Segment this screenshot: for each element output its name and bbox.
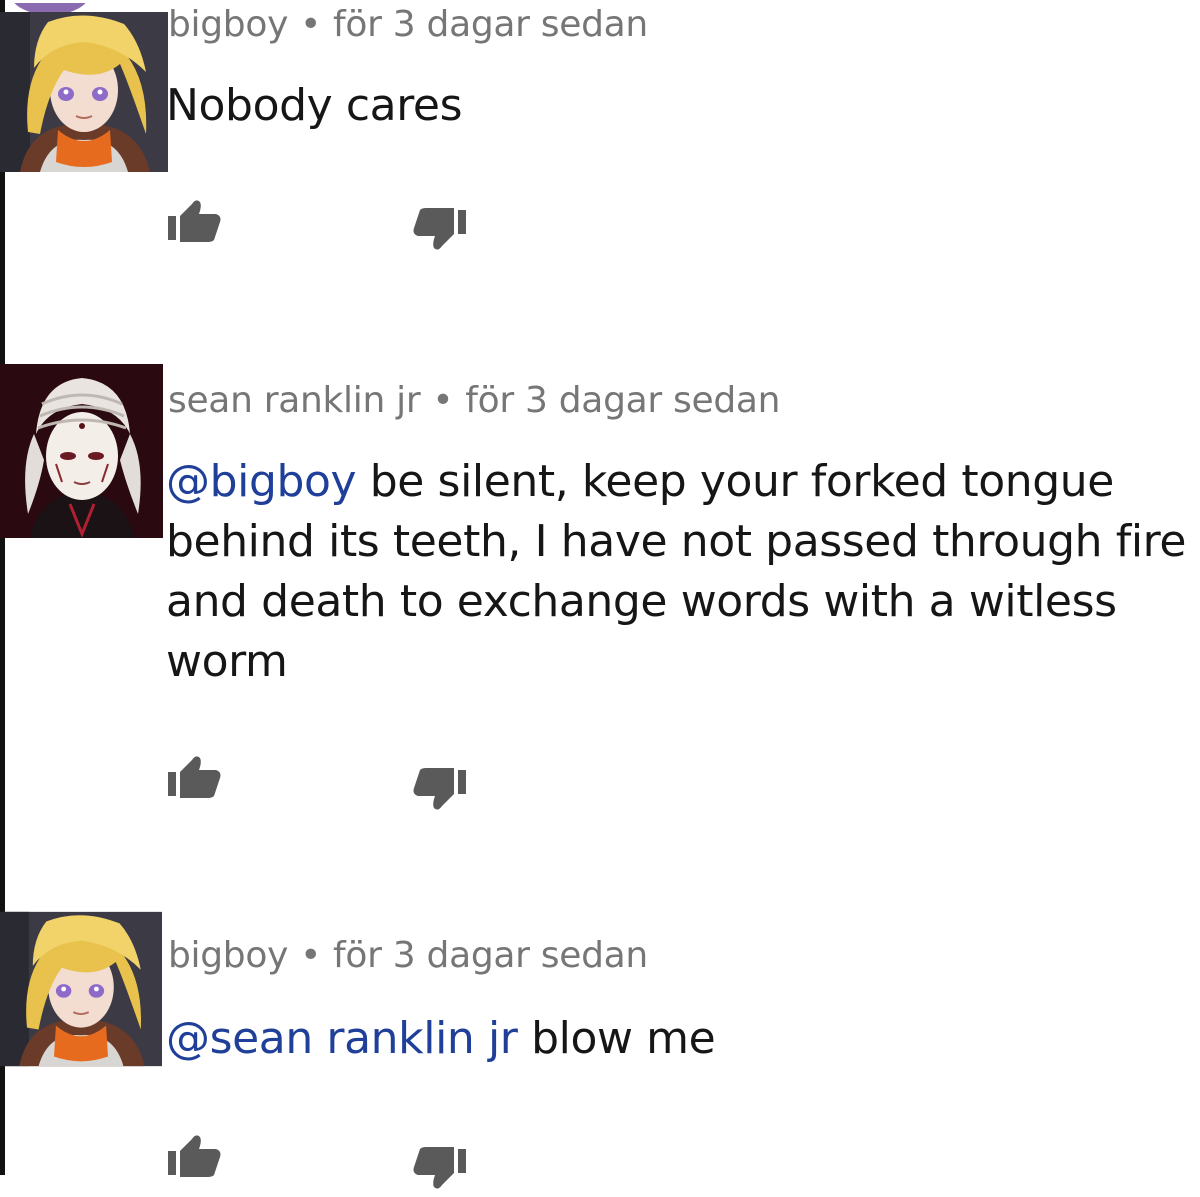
thumbs-down-icon — [413, 768, 466, 810]
separator-dot: • — [300, 4, 322, 45]
timestamp[interactable]: för 3 dagar sedan — [333, 4, 648, 45]
comment-meta: bigboy • för 3 dagar sedan — [168, 4, 648, 45]
separator-dot: • — [300, 935, 322, 976]
mention-link[interactable]: @sean ranklin jr — [166, 1013, 518, 1064]
comment-text: @bigboy be silent, keep your forked tong… — [166, 452, 1196, 692]
comment-meta: sean ranklin jr • för 3 dagar sedan — [168, 380, 780, 421]
dislike-button[interactable] — [412, 762, 468, 818]
separator-dot: • — [432, 380, 454, 421]
thumbs-up-icon — [168, 756, 221, 798]
comment-body: Nobody cares — [166, 80, 463, 131]
author-name[interactable]: bigboy — [168, 4, 288, 45]
like-button[interactable] — [166, 192, 222, 248]
comment-meta: bigboy • för 3 dagar sedan — [168, 935, 648, 976]
timestamp[interactable]: för 3 dagar sedan — [465, 380, 780, 421]
dislike-button[interactable] — [412, 1141, 468, 1197]
avatar[interactable] — [0, 910, 162, 1068]
thumbs-down-icon — [413, 208, 466, 250]
avatar[interactable] — [0, 12, 168, 172]
like-button[interactable] — [166, 748, 222, 804]
comment: bigboy • för 3 dagar sedan @sean ranklin j… — [0, 905, 1200, 1189]
comment-body: blow me — [517, 1013, 716, 1064]
comment-text: Nobody cares — [166, 76, 1196, 136]
comment-text: @sean ranklin jr blow me — [166, 1009, 1196, 1069]
dislike-button[interactable] — [412, 202, 468, 258]
avatar[interactable] — [0, 364, 163, 538]
comment: sean ranklin jr • för 3 dagar sedan @bigbo… — [0, 360, 1200, 880]
timestamp[interactable]: för 3 dagar sedan — [333, 935, 648, 976]
thumbs-down-icon — [413, 1147, 466, 1189]
thumbs-up-icon — [168, 200, 221, 242]
author-name[interactable]: sean ranklin jr — [168, 380, 421, 421]
author-name[interactable]: bigboy — [168, 935, 288, 976]
mention-link[interactable]: @bigboy — [166, 456, 357, 507]
comment: bigboy • för 3 dagar sedan Nobody cares — [0, 0, 1200, 340]
